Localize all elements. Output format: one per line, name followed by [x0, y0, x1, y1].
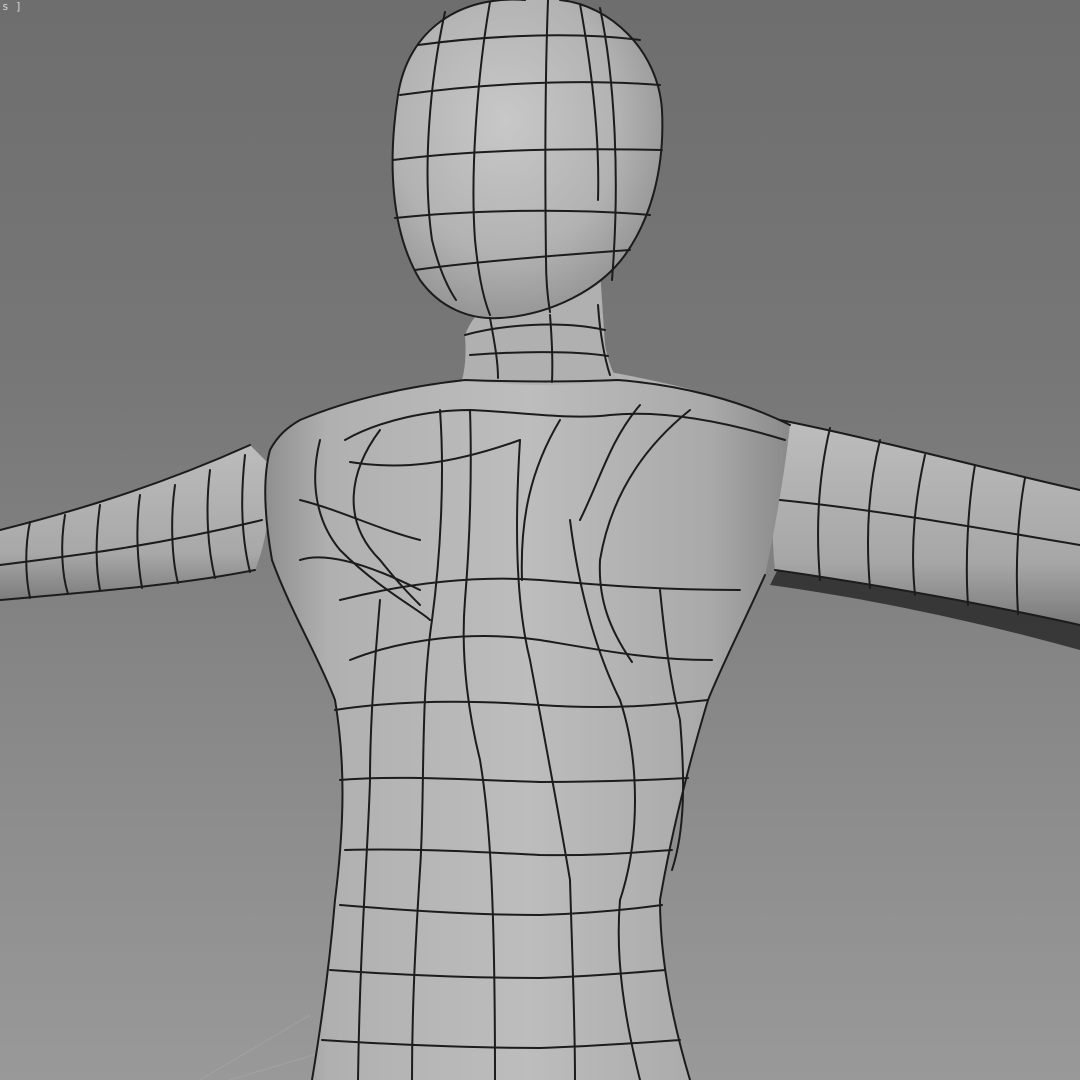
ground-grid	[199, 1014, 331, 1080]
torso	[265, 335, 790, 1080]
scene-canvas[interactable]	[0, 0, 1080, 1080]
head	[392, 0, 663, 319]
3d-viewport[interactable]: s ]	[0, 0, 1080, 1080]
